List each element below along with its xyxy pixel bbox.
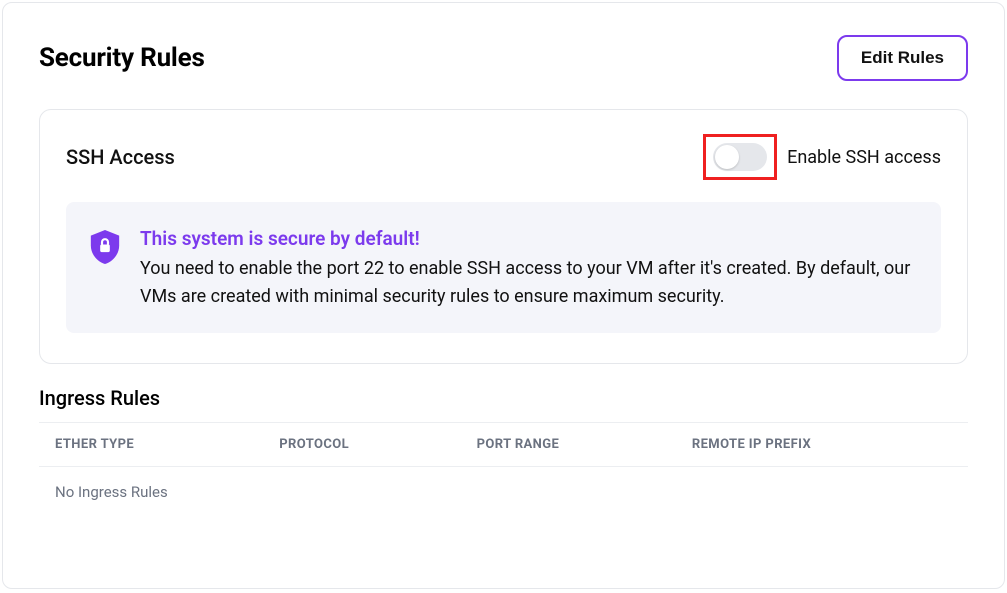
col-port-range: PORT RANGE bbox=[477, 437, 692, 452]
ingress-rules-table: ETHER TYPE PROTOCOL PORT RANGE REMOTE IP… bbox=[39, 422, 968, 517]
col-ether-type: ETHER TYPE bbox=[55, 437, 279, 452]
edit-rules-button[interactable]: Edit Rules bbox=[837, 35, 968, 81]
col-remote-ip-prefix: REMOTE IP PREFIX bbox=[692, 437, 952, 452]
page-title: Security Rules bbox=[39, 43, 205, 73]
panel-header: Security Rules Edit Rules bbox=[39, 35, 968, 81]
ingress-empty-message: No Ingress Rules bbox=[39, 467, 968, 517]
enable-ssh-toggle[interactable] bbox=[713, 143, 767, 171]
ssh-info-box: This system is secure by default! You ne… bbox=[66, 202, 941, 333]
ssh-card-header: SSH Access Enable SSH access bbox=[66, 134, 941, 180]
ssh-toggle-group: Enable SSH access bbox=[703, 134, 941, 180]
ssh-card-title: SSH Access bbox=[66, 145, 175, 169]
ssh-info-text: This system is secure by default! You ne… bbox=[140, 224, 919, 311]
ingress-rules-title: Ingress Rules bbox=[39, 386, 968, 410]
ssh-access-card: SSH Access Enable SSH access This bbox=[39, 109, 968, 364]
ingress-table-header: ETHER TYPE PROTOCOL PORT RANGE REMOTE IP… bbox=[39, 423, 968, 467]
toggle-knob bbox=[715, 145, 739, 169]
ssh-info-body: You need to enable the port 22 to enable… bbox=[140, 258, 910, 307]
shield-lock-icon bbox=[88, 228, 122, 270]
col-protocol: PROTOCOL bbox=[279, 437, 476, 452]
ssh-info-heading: This system is secure by default! bbox=[140, 224, 919, 253]
enable-ssh-toggle-label: Enable SSH access bbox=[787, 147, 941, 168]
toggle-highlight-box bbox=[703, 134, 777, 180]
security-rules-panel: Security Rules Edit Rules SSH Access Ena… bbox=[2, 2, 1005, 589]
